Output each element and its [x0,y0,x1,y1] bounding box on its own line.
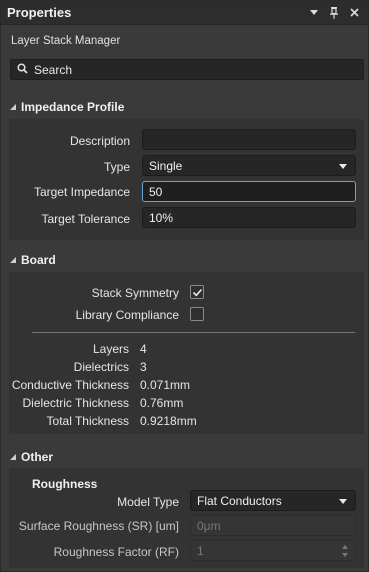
surface-roughness-input[interactable]: 0μm [190,515,356,536]
chevron-down-icon [339,164,347,169]
target-tolerance-input[interactable]: 10% [142,207,356,228]
chevron-down-icon [339,499,347,504]
checkmark-icon [192,288,203,297]
search-input[interactable]: Search [10,59,364,80]
type-select[interactable]: Single [142,155,356,176]
roughness-title: Roughness [32,477,98,491]
spinner-arrows-icon[interactable] [341,544,349,558]
stack-symmetry-checkbox[interactable] [190,285,204,299]
stat-label-dielectric-thickness: Dielectric Thickness [22,396,129,410]
collapse-triangle-icon [10,454,16,460]
stat-label-total-thickness: Total Thickness [46,414,129,428]
model-type-value: Flat Conductors [197,493,282,508]
stat-label-layers: Layers [92,342,129,356]
dropdown-arrow-icon[interactable] [306,5,322,21]
stat-value-dielectric-thickness: 0.76mm [140,396,184,410]
collapse-triangle-icon [10,257,16,263]
board-header[interactable]: Board [9,253,56,267]
collapse-triangle-icon [10,104,16,110]
roughness-factor-label: Roughness Factor (RF) [53,545,179,559]
stack-symmetry-label: Stack Symmetry [91,286,179,300]
pin-icon[interactable] [326,5,342,21]
target-tolerance-label: Target Tolerance [41,212,131,226]
stat-label-dielectrics: Dielectrics [73,360,129,374]
stat-value-conductive-thickness: 0.071mm [140,378,191,392]
type-label: Type [103,160,130,174]
library-compliance-label: Library Compliance [75,308,179,322]
surface-roughness-label: Surface Roughness (SR) [um] [18,519,179,533]
stat-value-dielectrics: 3 [140,360,147,374]
roughness-factor-value: 1 [197,543,204,558]
library-compliance-checkbox[interactable] [190,307,204,321]
target-impedance-label: Target Impedance [33,185,130,199]
stat-label-conductive-thickness: Conductive Thickness [11,378,129,392]
panel-titlebar: Properties [1,1,368,25]
divider [32,332,355,333]
board-title: Board [21,253,56,267]
other-section: Roughness Model Type Flat Conductors Sur… [9,468,364,568]
stat-value-layers: 4 [140,342,147,356]
panel-subtitle: Layer Stack Manager [11,35,121,47]
type-value: Single [149,158,183,173]
impedance-profile-header[interactable]: Impedance Profile [9,100,124,114]
panel-title: Properties [7,5,72,20]
roughness-factor-input[interactable]: 1 [190,540,356,561]
search-placeholder: Search [34,62,73,77]
close-icon[interactable] [346,5,362,21]
target-impedance-input[interactable]: 50 [142,181,356,202]
stat-value-total-thickness: 0.9218mm [140,414,197,428]
board-section: Stack Symmetry Library Compliance Layers… [9,272,364,434]
model-type-select[interactable]: Flat Conductors [190,490,356,511]
model-type-label: Model Type [117,495,179,509]
properties-panel: Properties Layer Stack Manager Search Im… [0,0,369,572]
impedance-profile-section: Description Type Single Target Impedance… [9,119,364,240]
other-header[interactable]: Other [9,450,53,464]
description-label: Description [69,134,130,148]
search-icon [17,62,28,77]
other-title: Other [21,450,54,464]
description-field[interactable] [142,129,356,150]
impedance-profile-title: Impedance Profile [21,100,125,114]
